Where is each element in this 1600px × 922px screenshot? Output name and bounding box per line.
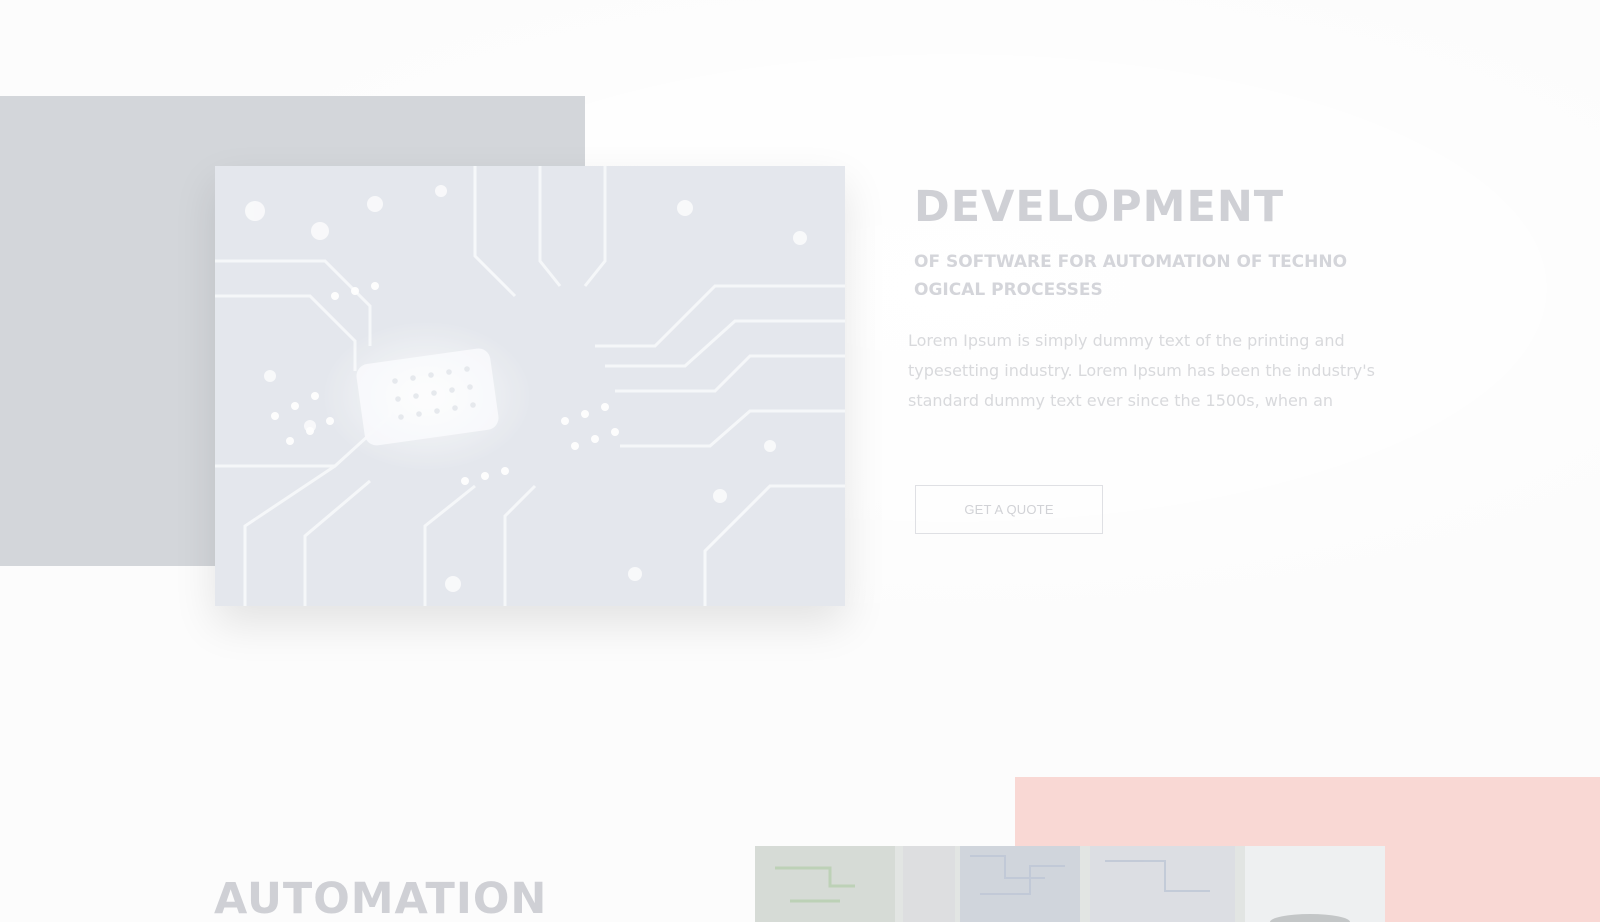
development-title: DEVELOPMENT bbox=[914, 182, 1285, 232]
get-a-quote-button[interactable]: GET A QUOTE bbox=[915, 485, 1103, 534]
circuit-board-svg bbox=[215, 166, 845, 606]
development-subtitle-line-1: OF SOFTWARE FOR AUTOMATION OF TECHNO bbox=[914, 252, 1348, 272]
automation-screen-image bbox=[755, 846, 1385, 922]
page-wrapper: DEVELOPMENT OF SOFTWARE FOR AUTOMATION O… bbox=[0, 0, 1600, 922]
development-body-line-2: typesetting industry. Lorem Ipsum has be… bbox=[908, 361, 1375, 380]
development-body-line-1: Lorem Ipsum is simply dummy text of the … bbox=[908, 331, 1345, 350]
development-subtitle-line-2: OGICAL PROCESSES bbox=[914, 280, 1103, 300]
automation-title: AUTOMATION bbox=[214, 874, 548, 922]
development-body-text: Lorem Ipsum is simply dummy text of the … bbox=[908, 326, 1388, 416]
circuit-board-image bbox=[215, 166, 845, 606]
automation-screen-svg bbox=[755, 846, 1385, 922]
development-body-line-3: standard dummy text ever since the 1500s… bbox=[908, 391, 1334, 410]
development-subtitle: OF SOFTWARE FOR AUTOMATION OF TECHNO OGI… bbox=[914, 248, 1364, 304]
